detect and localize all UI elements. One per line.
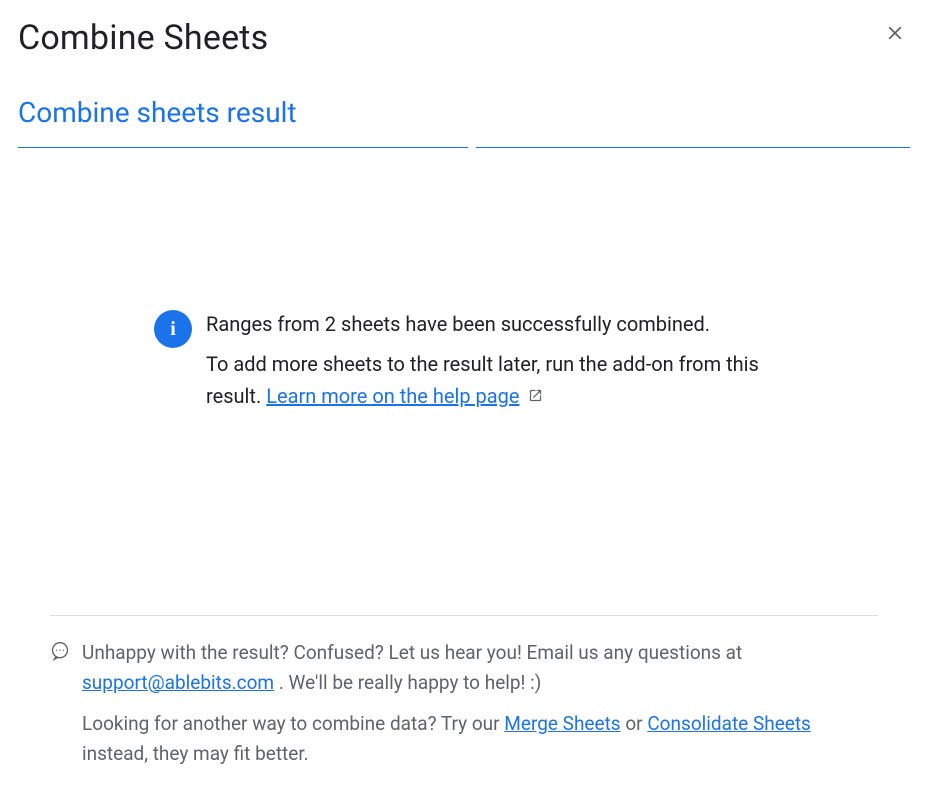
result-subtitle: Combine sheets result	[18, 96, 910, 129]
consolidate-sheets-link[interactable]: Consolidate Sheets	[647, 712, 811, 735]
footer-divider	[50, 615, 878, 616]
footer-text: Unhappy with the result? Confused? Let u…	[82, 638, 878, 780]
tip-message: To add more sheets to the result later, …	[206, 348, 774, 412]
content-area: i Ranges from 2 sheets have been success…	[0, 148, 928, 420]
success-message: Ranges from 2 sheets have been successfu…	[206, 308, 774, 340]
alternative-paragraph: Looking for another way to combine data?…	[82, 709, 878, 768]
info-icon: i	[154, 310, 192, 348]
close-icon	[884, 22, 906, 44]
subtitle-section: Combine sheets result	[0, 58, 928, 129]
learn-more-link[interactable]: Learn more on the help page	[266, 384, 519, 408]
merge-sheets-link[interactable]: Merge Sheets	[504, 712, 620, 735]
chat-icon	[50, 641, 70, 665]
external-link-icon	[528, 380, 543, 412]
footer-section: Unhappy with the result? Confused? Let u…	[0, 615, 928, 804]
dialog-title: Combine Sheets	[18, 18, 268, 58]
info-text: Ranges from 2 sheets have been successfu…	[206, 308, 774, 420]
close-button[interactable]	[880, 18, 910, 48]
support-email-link[interactable]: support@ablebits.com	[82, 671, 274, 694]
support-paragraph: Unhappy with the result? Confused? Let u…	[82, 638, 878, 697]
dialog-header: Combine Sheets	[0, 0, 928, 58]
tab-underline	[0, 147, 928, 148]
info-message: i Ranges from 2 sheets have been success…	[154, 308, 774, 420]
